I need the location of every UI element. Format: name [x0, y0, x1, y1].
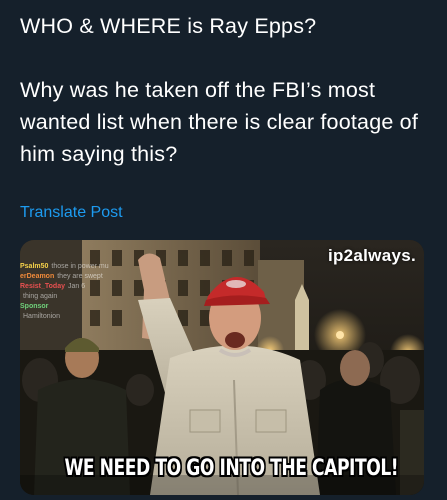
chat-username: Sponsor — [20, 303, 49, 310]
chat-line: erDeamon they are swept — [20, 272, 160, 282]
post-paragraph-2: Why was he taken off the FBI’s most want… — [20, 78, 419, 166]
chat-username: Resist_Today — [20, 283, 65, 290]
chat-message: Jan 6 — [68, 283, 86, 290]
post-paragraph-1: WHO & WHERE is Ray Epps? — [20, 14, 317, 38]
video-caption: WE NEED TO GO INTO THE CAPITOL! — [64, 456, 399, 481]
translate-post-link[interactable]: Translate Post — [20, 204, 123, 222]
chat-message: thing again — [23, 293, 58, 300]
chat-line: Hamiltonion — [20, 312, 160, 322]
chat-username: Psalm50 — [20, 263, 49, 270]
chat-message: they are swept — [57, 273, 103, 280]
chat-line: Sponsor — [20, 302, 160, 312]
stream-chat-overlay: Psalm50 those in power mu erDeamon they … — [20, 262, 160, 322]
post-media-video[interactable]: Psalm50 those in power mu erDeamon they … — [20, 240, 424, 495]
chat-message: Hamiltonion — [23, 313, 60, 320]
chat-username: erDeamon — [20, 273, 55, 280]
video-watermark: ip2always. — [327, 246, 416, 265]
chat-line: Resist_Today Jan 6 — [20, 282, 160, 292]
chat-line: thing again — [20, 292, 160, 302]
chat-message: those in power mu — [51, 263, 109, 270]
post-text: WHO & WHERE is Ray Epps? Why was he take… — [20, 10, 435, 170]
chat-line: Psalm50 those in power mu — [20, 262, 160, 272]
